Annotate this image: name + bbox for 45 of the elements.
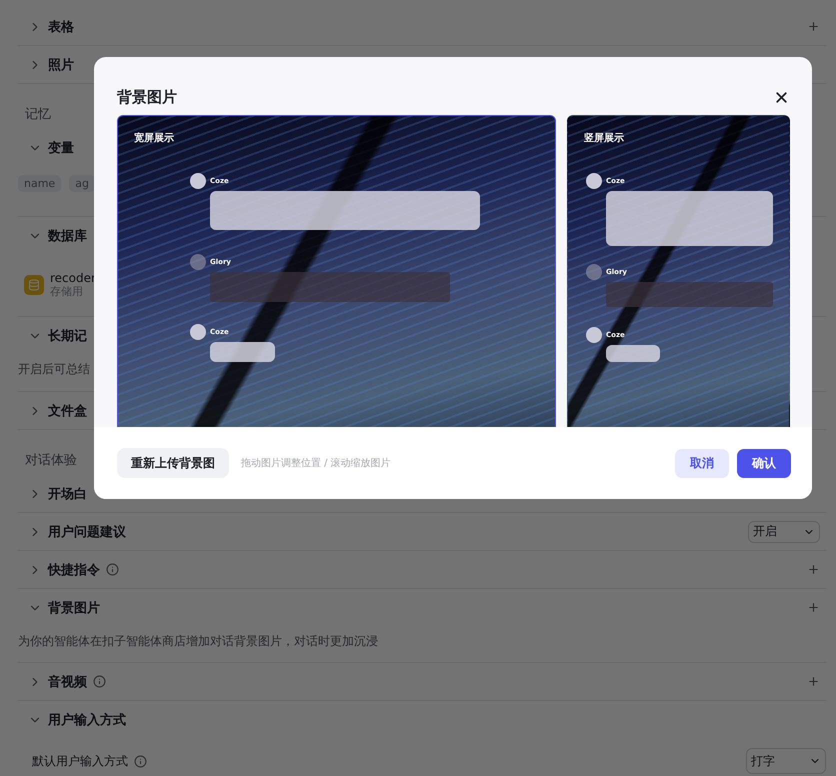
avatar-circle (190, 254, 206, 270)
section-title: 数据库 (48, 228, 87, 244)
preview-label: 竖屏展示 (584, 133, 624, 144)
section-title: 背景图片 (48, 600, 100, 616)
select-field[interactable]: 开启 (748, 520, 820, 542)
database-name: recoder (50, 272, 96, 285)
hint-text: 拖动图片调整位置 / 滚动缩放图片 (241, 456, 391, 470)
dialog-title: 背景图片 (117, 88, 177, 106)
variable-tag: ag (69, 174, 95, 192)
message-bubble (210, 342, 275, 362)
section-title: 表格 (48, 18, 74, 36)
add-icon[interactable] (807, 563, 820, 576)
section-title: 变量 (48, 140, 74, 156)
info-icon[interactable] (106, 563, 119, 576)
section-description: 为你的智能体在扣子智能体商店增加对话背景图片，对话时更加沉浸 (18, 632, 378, 650)
preview-label: 宽屏展示 (134, 133, 174, 144)
setting-label: 默认用户输入方式 (32, 752, 128, 770)
add-icon[interactable] (807, 20, 820, 33)
message-bubble (606, 345, 660, 362)
avatar-circle (586, 173, 602, 189)
add-icon[interactable] (807, 601, 820, 614)
section-title: 用户问题建议 (48, 524, 126, 540)
section-title: 音视频 (48, 674, 87, 690)
group-heading: 对话体验 (25, 452, 77, 469)
variable-tag: name (18, 174, 62, 192)
select-field[interactable]: 打字 (746, 748, 826, 774)
section-title: 文件盒 (48, 402, 87, 420)
avatar-circle (586, 264, 602, 280)
info-icon[interactable] (93, 675, 106, 688)
avatar-circle (586, 327, 602, 343)
confirm-button[interactable]: 确认 (737, 448, 791, 478)
cancel-button[interactable]: 取消 (675, 448, 729, 478)
section-title: 开场白 (48, 486, 87, 502)
reupload-button[interactable]: 重新上传背景图 (117, 448, 229, 478)
section-title: 快捷指令 (48, 562, 100, 578)
section-title: 用户输入方式 (48, 712, 126, 728)
info-icon[interactable] (134, 754, 147, 768)
avatar-circle (190, 173, 206, 189)
group-heading: 记忆 (25, 106, 51, 123)
section-description: 开启后可总结 (18, 361, 90, 378)
avatar-circle (190, 324, 206, 340)
section-title: 长期记 (48, 328, 87, 344)
add-icon[interactable] (807, 675, 820, 688)
database-icon (24, 275, 44, 295)
section-title: 照片 (48, 56, 74, 74)
